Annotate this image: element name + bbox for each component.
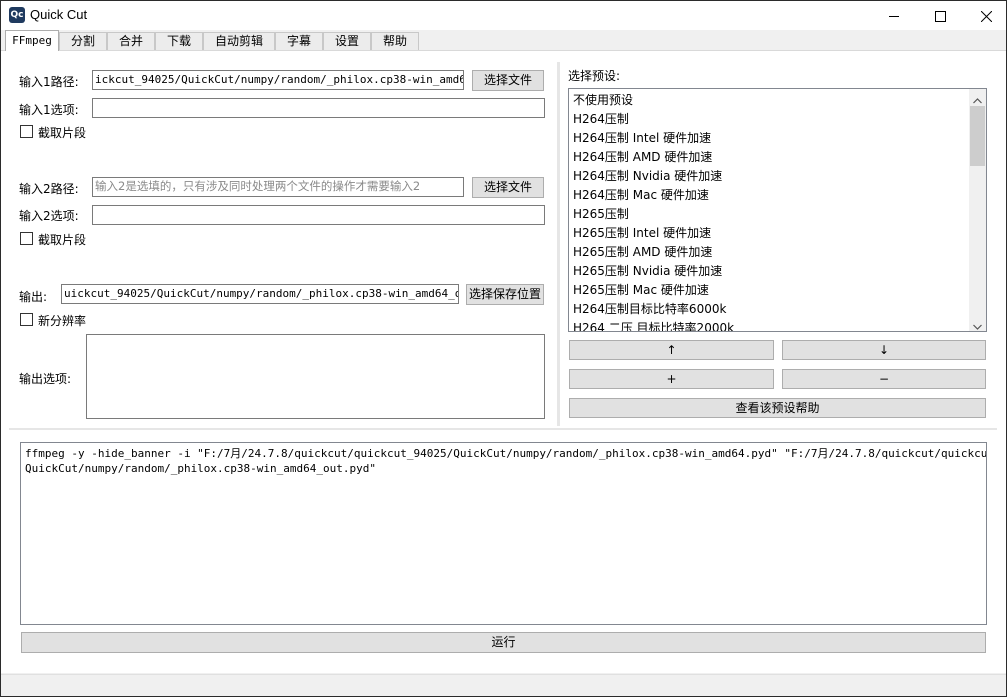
tab-merge[interactable]: 合并 [107,32,155,50]
tab-ffmpeg[interactable]: FFmpeg [5,30,59,51]
input1-clip-label: 截取片段 [38,126,87,140]
presets-label: 选择预设: [568,69,621,83]
input2-path-label: 输入2路径: [19,182,79,196]
status-bar [1,674,1006,696]
input2-path-field[interactable]: 输入2是选填的，只有涉及同时处理两个文件的操作才需要输入2 [92,177,464,197]
input1-options-label: 输入1选项: [19,103,79,117]
tab-download[interactable]: 下载 [155,32,203,50]
preset-item[interactable]: H264压制目标比特率6000k [573,300,726,317]
command-line-2: QuickCut/numpy/random/_philox.cp38-win_a… [25,462,376,475]
input2-clip-checkbox[interactable] [20,232,33,245]
preset-item[interactable]: H265压制 Intel 硬件加速 [573,224,711,241]
tab-subtitle[interactable]: 字幕 [275,32,323,50]
preset-help-button[interactable]: 查看该预设帮助 [569,398,986,418]
output-options-label: 输出选项: [19,372,72,386]
presets-scrollbar[interactable] [969,89,986,331]
title-bar: Qc Quick Cut [1,1,1006,30]
input1-choose-file-button[interactable]: 选择文件 [472,70,544,91]
tab-bar: FFmpeg 分割 合并 下载 自动剪辑 字幕 设置 帮助 [1,30,1006,51]
preset-item[interactable]: H265压制 [573,205,629,222]
preset-item[interactable]: 不使用预设 [573,91,633,108]
scroll-down-icon[interactable] [973,319,982,331]
scroll-up-icon[interactable] [973,93,982,107]
preset-item[interactable]: H265压制 AMD 硬件加速 [573,243,712,260]
input2-options-field[interactable] [92,205,545,225]
preset-item[interactable]: H264 二压 目标比特率2000k [573,319,734,331]
close-button[interactable] [963,2,1007,30]
tab-split[interactable]: 分割 [59,32,107,50]
output-options-textarea[interactable] [86,334,545,419]
add-preset-button[interactable]: + [569,369,774,389]
input1-options-field[interactable] [92,98,545,118]
preset-item[interactable]: H264压制 [573,110,629,127]
panel-splitter[interactable] [557,62,560,426]
minimize-button[interactable] [871,2,917,30]
input1-path-field[interactable]: ickcut_94025/QuickCut/numpy/random/_phil… [92,70,464,90]
minimize-icon [888,15,899,17]
window-title: Quick Cut [30,7,88,22]
output-label: 输出: [19,290,48,304]
preset-item[interactable]: H264压制 Intel 硬件加速 [573,129,711,146]
preset-item[interactable]: H265压制 Nvidia 硬件加速 [573,262,722,279]
presets-scrollbar-thumb[interactable] [970,106,985,166]
command-text-area[interactable]: ffmpeg -y -hide_banner -i "F:/7月/24.7.8/… [20,442,987,625]
command-line-1: ffmpeg -y -hide_banner -i "F:/7月/24.7.8/… [25,447,987,460]
input1-path-label: 输入1路径: [19,75,79,89]
preset-item[interactable]: H265压制 Mac 硬件加速 [573,281,709,298]
maximize-button[interactable] [917,2,963,30]
new-resolution-label: 新分辨率 [38,314,87,328]
run-button[interactable]: 运行 [21,632,986,653]
preset-item[interactable]: H264压制 Nvidia 硬件加速 [573,167,722,184]
app-logo-icon: Qc [9,7,25,23]
preset-item[interactable]: H264压制 Mac 硬件加速 [573,186,709,203]
output-path-field[interactable]: uickcut_94025/QuickCut/numpy/random/_phi… [61,284,459,304]
choose-save-location-button[interactable]: 选择保存位置 [466,284,544,305]
input2-clip-label: 截取片段 [38,233,87,247]
horizontal-splitter[interactable] [9,428,997,430]
maximize-icon [934,10,946,22]
new-resolution-checkbox[interactable] [20,313,33,326]
close-icon [980,10,992,22]
preset-item[interactable]: H264压制 AMD 硬件加速 [573,148,712,165]
tab-settings[interactable]: 设置 [323,32,371,50]
input2-choose-file-button[interactable]: 选择文件 [472,177,544,198]
input2-options-label: 输入2选项: [19,209,79,223]
move-preset-down-button[interactable]: ↓ [782,340,986,360]
input1-clip-checkbox[interactable] [20,125,33,138]
presets-list[interactable]: 不使用预设 H264压制 H264压制 Intel 硬件加速 H264压制 AMD 硬… [568,88,987,332]
tab-auto-edit[interactable]: 自动剪辑 [203,32,275,50]
move-preset-up-button[interactable]: ↑ [569,340,774,360]
remove-preset-button[interactable]: − [782,369,986,389]
tab-help[interactable]: 帮助 [371,32,419,50]
